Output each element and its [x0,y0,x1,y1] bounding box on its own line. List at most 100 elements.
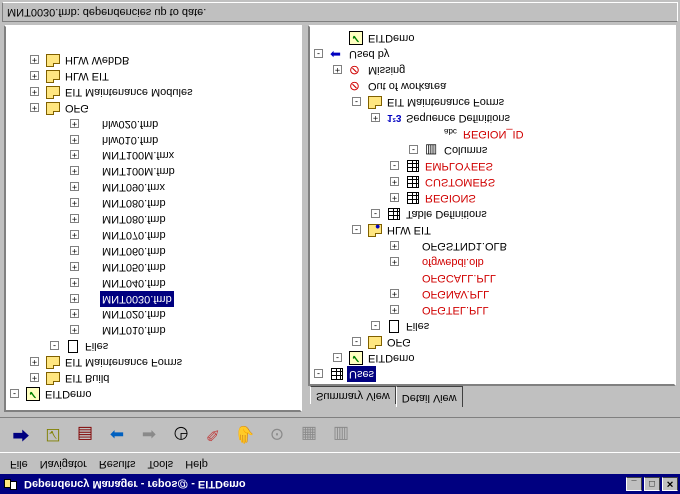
table-button[interactable]: ▦ [296,422,322,448]
expand-toggle[interactable]: + [333,65,342,75]
tree-item-label[interactable]: OFG [63,100,91,116]
tree-item-label[interactable]: Table Definitions [404,206,489,222]
expand-toggle[interactable]: + [70,118,79,129]
minimize-button[interactable]: _ [626,477,642,491]
tree-item-label[interactable]: MNT020.fmb [100,307,168,323]
tree-item-label[interactable]: OFGTEL.PLL [420,302,491,318]
expand-toggle[interactable]: + [30,373,39,383]
tree-item-label[interactable]: Uses [347,366,377,382]
expand-toggle[interactable]: + [70,134,79,145]
collapse-toggle[interactable]: - [333,353,342,363]
collapse-toggle[interactable]: - [409,145,418,155]
tree-item-label[interactable]: MNT070.fmb [100,227,168,243]
expand-toggle[interactable]: + [70,198,79,208]
tree-item-label[interactable]: ofgwebdi.olb [420,254,486,270]
tree-item-label[interactable]: HLW WebDB [63,52,131,68]
tree-item-label[interactable]: MNT050.fmb [100,259,168,275]
tree-item-label[interactable]: EITDemo [366,350,416,366]
collapse-toggle[interactable]: - [352,337,361,347]
tree-item-label[interactable]: OFGNAV.PLL [420,286,491,302]
tree-item-label[interactable]: OFGSTND1.OLB [420,238,509,254]
tree-item-label[interactable]: MNT040.fmb [100,275,168,291]
close-button[interactable]: ✕ [662,477,678,491]
expand-toggle[interactable]: + [70,261,79,272]
expand-toggle[interactable]: + [70,325,79,335]
expand-toggle[interactable]: + [70,214,79,224]
tree-item-label[interactable]: MNT080.fmb [100,211,168,227]
tab-summary-view[interactable]: Summary View [310,386,396,404]
collapse-toggle[interactable]: - [10,389,19,399]
tree-item-label[interactable]: Sequence Definitions [404,110,512,126]
tree-item-label[interactable]: Used by [347,46,391,62]
expand-toggle[interactable]: + [70,230,79,240]
tree-item-label[interactable]: MNT010.fmb [100,322,168,338]
expand-toggle[interactable]: + [30,55,39,65]
tree-item-label[interactable]: MNT0030.fmb [100,290,174,307]
tree-item-label[interactable]: MNT100M.fmb [100,163,177,179]
tab-detail-view[interactable]: Detail View [395,386,463,407]
tree-item-label[interactable]: Missing [366,62,407,78]
columns-button[interactable]: ▥ [328,422,354,448]
menu-navigator[interactable]: Navigator [34,458,93,470]
tree-item-label[interactable]: Files [404,318,431,334]
expand-toggle[interactable]: + [70,293,79,304]
collapse-toggle[interactable]: - [314,369,323,379]
expand-toggle[interactable]: + [30,357,39,367]
tree-item-label[interactable]: hlw010.fmb [100,132,160,148]
tree-item-label[interactable]: MNT100M.fmx [100,148,176,164]
expand-toggle[interactable]: + [70,309,79,320]
tree-item-label[interactable]: MNT060.fmb [100,243,168,259]
collapse-toggle[interactable]: - [371,209,380,219]
search-button[interactable]: ⊙ [264,422,290,448]
menu-tools[interactable]: Tools [142,458,180,470]
expand-toggle[interactable]: + [390,289,399,299]
expand-toggle[interactable]: + [70,166,79,176]
eraser-button[interactable]: ✎ [200,422,226,448]
tree-item-label[interactable]: MNT080.fmb [100,195,168,211]
collapse-toggle[interactable]: - [352,97,361,107]
expand-toggle[interactable]: + [70,182,79,192]
collapse-toggle[interactable]: - [314,49,323,59]
expand-toggle[interactable]: + [70,150,79,161]
tree-item-label[interactable]: EIT Maintenance Forms [385,94,506,110]
expand-toggle[interactable]: + [390,177,399,187]
check-button[interactable]: ☑ [40,422,66,448]
expand-toggle[interactable]: + [390,257,399,267]
connect-button[interactable]: ⮕ [8,422,34,448]
tree-item-label[interactable]: EITDemo [43,386,93,402]
expand-toggle[interactable]: + [390,241,399,251]
maximize-button[interactable]: □ [644,477,660,491]
collapse-toggle[interactable]: - [50,341,59,351]
tree-item-label[interactable]: REGION_ID [461,126,526,142]
navigator-tree[interactable]: - ✓ EITDemo + EIT Build + EIT Maintenance Form… [4,25,302,412]
report-button[interactable]: ▤ [72,422,98,448]
expand-toggle[interactable]: + [30,102,39,113]
expand-toggle[interactable]: + [30,86,39,97]
back-button[interactable]: ⬅ [104,422,130,448]
forward-button[interactable]: ➡ [136,422,162,448]
tree-item-label[interactable]: OFG [385,334,413,350]
menu-help[interactable]: Help [179,458,214,470]
collapse-toggle[interactable]: - [352,225,361,235]
tree-item-label[interactable]: OFGCALL.PLL [420,270,498,286]
expand-toggle[interactable]: + [390,305,399,315]
menu-file[interactable]: File [4,458,34,470]
stopwatch-button[interactable]: ◷ [168,422,194,448]
tree-item-label[interactable]: Files [83,338,110,354]
expand-toggle[interactable]: + [371,113,380,123]
tree-item-label[interactable]: Columns [442,142,489,158]
tree-item-label[interactable]: Out of workarea [366,78,448,94]
menu-results[interactable]: Results [93,458,142,470]
collapse-toggle[interactable]: - [390,161,399,171]
tree-item-label[interactable]: EITDemo [366,30,416,46]
collapse-toggle[interactable]: - [371,321,380,331]
tree-item-label[interactable]: REGIONS [423,190,478,206]
tree-item-label[interactable]: hlw020.fmb [100,116,160,132]
tree-item-label[interactable]: CUSTOMERS [423,174,497,190]
tree-item-label[interactable]: EIT Maintenance Forms [63,354,184,370]
expand-toggle[interactable]: + [70,245,79,256]
title-bar[interactable]: Dependency Manager - repos@ - EITDemo _ … [0,474,680,494]
expand-toggle[interactable]: + [390,193,399,203]
tree-item-label[interactable]: MNT090.fmx [100,179,167,195]
tree-item-label[interactable]: EMPLOYEES [423,158,495,174]
